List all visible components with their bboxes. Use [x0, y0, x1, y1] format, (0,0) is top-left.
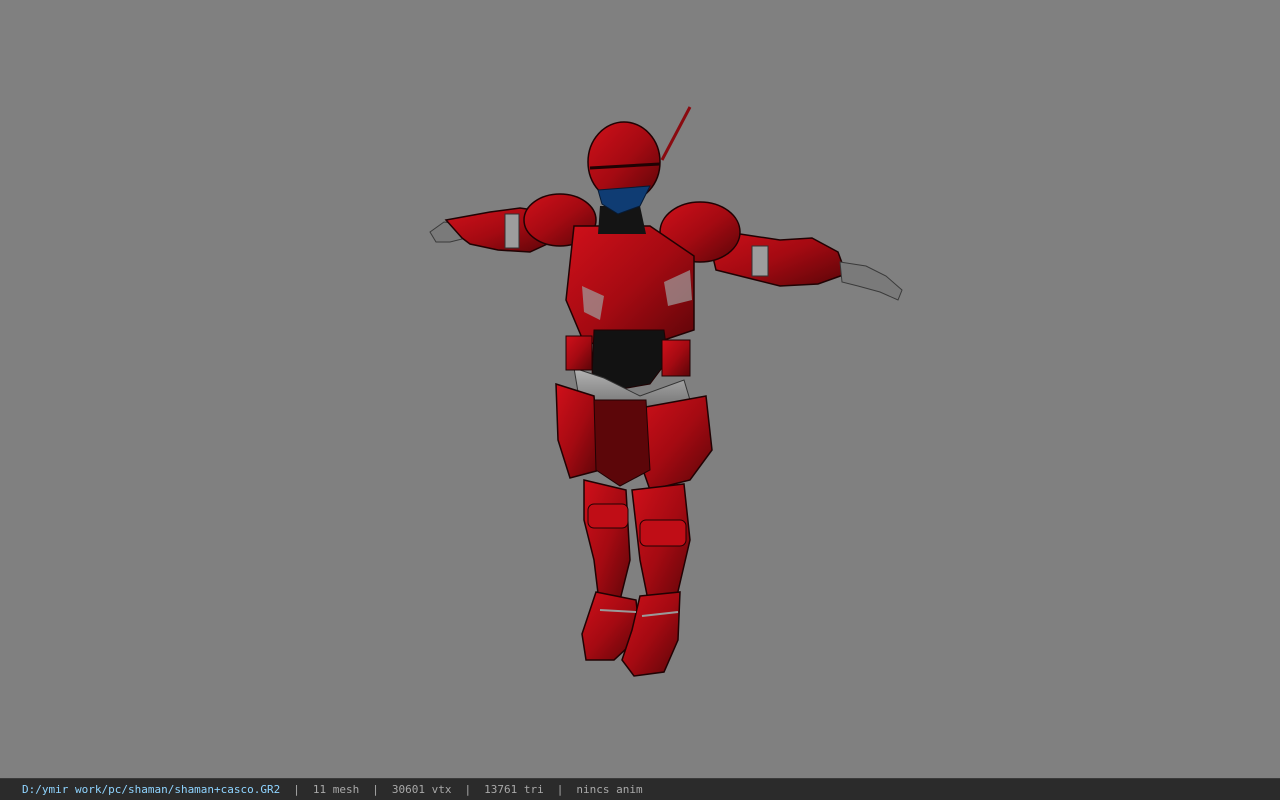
- vertex-count: 30601 vtx: [391, 783, 452, 796]
- animation-status: nincs anim: [576, 783, 643, 796]
- pelvis: [593, 399, 651, 487]
- helmet-antenna: [660, 106, 692, 161]
- file-path: D:/ymir work/pc/shaman/shaman+casco.GR2: [22, 783, 281, 796]
- status-separator: |: [556, 783, 564, 796]
- status-separator: |: [293, 783, 300, 796]
- 3d-viewport[interactable]: [0, 0, 1280, 778]
- status-bar: D:/ymir work/pc/shaman/shaman+casco.GR2 …: [0, 778, 1280, 800]
- right-knee: [639, 519, 687, 547]
- character-model: [429, 106, 903, 677]
- right-leg: [631, 483, 691, 612]
- triangle-count: 13761 tri: [484, 783, 544, 796]
- model-render: [429, 106, 903, 677]
- left-leg: [583, 479, 631, 612]
- left-knee: [587, 503, 629, 529]
- left-wrist-band: [504, 213, 520, 249]
- right-wrist-band: [751, 245, 769, 277]
- status-separator: |: [372, 783, 379, 796]
- right-hand: [839, 261, 903, 301]
- mesh-count: 11 mesh: [312, 783, 360, 796]
- belt-left-pouch: [565, 335, 593, 371]
- status-separator: |: [464, 783, 472, 796]
- belt-right-pouch: [661, 339, 691, 377]
- left-thigh-plate: [555, 382, 601, 479]
